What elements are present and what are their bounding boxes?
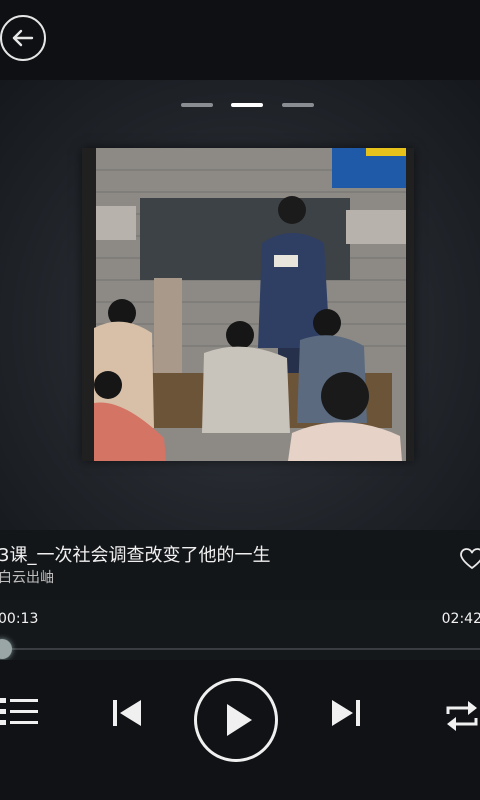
top-bar: [0, 0, 480, 80]
page-indicator: [0, 103, 480, 109]
arrow-left-icon: [12, 29, 34, 47]
song-title: 3课_一次社会调查改变了他的一生: [0, 545, 271, 566]
album-art: [82, 148, 414, 461]
skip-next-icon: [332, 700, 360, 726]
seek-bar[interactable]: [0, 648, 480, 650]
favorite-button[interactable]: [460, 548, 480, 572]
playlist-button[interactable]: [0, 692, 40, 732]
previous-button[interactable]: [108, 694, 146, 732]
skip-previous-icon: [113, 700, 141, 726]
total-time: 02:42: [441, 611, 480, 627]
heart-outline-icon: [460, 548, 480, 569]
repeat-icon: [446, 701, 478, 731]
play-icon: [227, 704, 252, 736]
repeat-button[interactable]: [444, 696, 480, 736]
page-dot-3: [282, 103, 314, 107]
page-dot-1: [181, 103, 213, 107]
artist-name: 白云出岫: [0, 570, 54, 586]
page-dot-2: [231, 103, 263, 107]
play-button[interactable]: [194, 678, 278, 762]
next-button[interactable]: [327, 694, 365, 732]
current-time: 00:13: [0, 611, 39, 627]
list-icon: [0, 698, 38, 725]
progress-area: [0, 600, 480, 660]
back-button[interactable]: [0, 15, 46, 61]
album-photo: [82, 148, 414, 461]
